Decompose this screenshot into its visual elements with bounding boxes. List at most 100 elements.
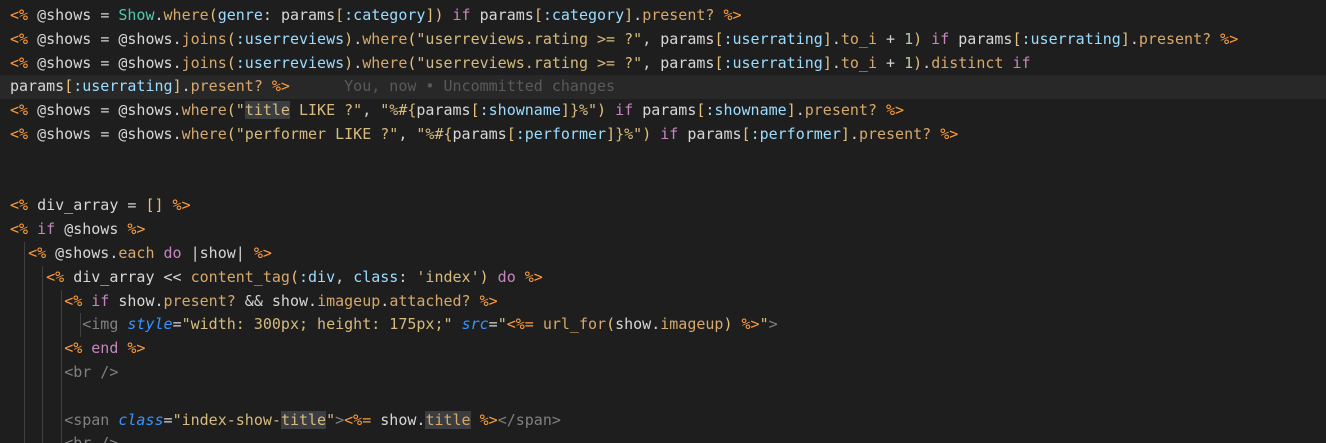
- code-token: <%: [10, 124, 29, 143]
- indent-guide: [42, 360, 43, 385]
- code-token: ]: [560, 101, 570, 120]
- code-token: <: [82, 315, 92, 334]
- code-line[interactable]: <span class="index-show-title"><%= show.…: [0, 408, 1326, 433]
- indent-guide: [80, 313, 81, 338]
- code-line[interactable]: <br />: [0, 432, 1326, 443]
- code-token: <%: [10, 220, 29, 239]
- code-token: .: [651, 315, 661, 334]
- code-token: [: [533, 6, 543, 24]
- code-token: %>: [931, 124, 959, 143]
- code-token: ,: [642, 29, 661, 48]
- indent-guide: [24, 384, 25, 409]
- code-line[interactable]: <% div_array = [] %>: [0, 194, 1326, 218]
- code-line[interactable]: <% @shows = @shows.joins(:userreviews).w…: [0, 52, 1326, 76]
- code-token: .: [831, 29, 841, 48]
- code-token: <%=: [506, 315, 534, 334]
- code-token: <: [64, 410, 74, 429]
- code-token: title: [280, 410, 327, 429]
- code-line[interactable]: <% @shows = Show.where(genre: params[:ca…: [0, 4, 1326, 28]
- code-token: @shows: [118, 29, 173, 48]
- indent-guide: [42, 313, 43, 338]
- code-line[interactable]: <% if @shows %>: [0, 218, 1326, 242]
- code-token: @shows: [118, 124, 173, 143]
- code-token: ): [723, 315, 733, 334]
- code-token: show: [615, 315, 652, 334]
- indent-guide: [24, 241, 25, 266]
- code-token: LIKE ?": [289, 101, 363, 120]
- code-token: <%: [64, 339, 83, 358]
- code-token: img: [91, 315, 128, 334]
- code-token: ]: [822, 29, 832, 48]
- code-token: []: [145, 196, 164, 215]
- code-token: [: [335, 6, 345, 24]
- code-token: present?: [190, 77, 263, 96]
- code-lines[interactable]: <% @shows = Show.where(genre: params[:ca…: [0, 4, 1326, 443]
- code-token: .: [308, 291, 318, 310]
- code-token: }%": [615, 124, 643, 143]
- indent-guide: [61, 313, 62, 338]
- code-token: 'index': [416, 267, 480, 286]
- code-token: :userrating: [1021, 29, 1121, 48]
- code-token: .: [633, 6, 643, 24]
- code-token: <<: [163, 267, 191, 286]
- code-line[interactable]: <% end %>: [0, 337, 1326, 361]
- code-token: :div: [299, 267, 336, 286]
- code-line[interactable]: params[:userrating].present? %> You, now…: [0, 75, 1326, 100]
- code-token: joins: [181, 29, 227, 48]
- code-token: present?: [163, 291, 236, 310]
- code-token: joins: [181, 53, 227, 72]
- code-token: ,: [335, 267, 354, 286]
- code-token: span: [73, 410, 119, 429]
- code-token: =: [488, 315, 498, 334]
- code-editor[interactable]: <% @shows = Show.where(genre: params[:ca…: [0, 0, 1326, 443]
- code-line[interactable]: <% @shows.each do |show| %>: [0, 241, 1326, 266]
- indent-guide: [24, 360, 25, 385]
- code-line[interactable]: <% @shows = @shows.joins(:userreviews).w…: [0, 28, 1326, 52]
- code-token: %>: [877, 101, 905, 120]
- code-token: =: [100, 101, 119, 120]
- code-token: (: [226, 53, 236, 72]
- code-token: show: [199, 243, 236, 262]
- code-token: ): [344, 53, 354, 72]
- code-token: <br />: [64, 362, 119, 381]
- code-token: each: [118, 243, 155, 262]
- code-line[interactable]: <% @shows = @shows.where("performer LIKE…: [0, 123, 1326, 147]
- code-token: imageup: [660, 315, 724, 334]
- code-token: params: [660, 29, 715, 48]
- code-token: "%#{: [416, 124, 453, 143]
- indent-guide: [24, 265, 25, 290]
- code-token: <%: [10, 53, 29, 72]
- code-token: %>: [470, 291, 498, 310]
- code-token: =: [163, 410, 173, 429]
- code-token: .: [172, 29, 182, 48]
- code-token: if: [606, 101, 643, 120]
- code-line[interactable]: <br />: [0, 360, 1326, 385]
- code-line[interactable]: <% div_array << content_tag(:div, class:…: [0, 265, 1326, 290]
- code-token: ): [597, 101, 607, 120]
- code-token: ]: [786, 101, 796, 120]
- code-token: +: [877, 29, 905, 48]
- code-token: where: [181, 124, 227, 143]
- code-line[interactable]: <% @shows = @shows.where("title LIKE ?",…: [0, 99, 1326, 123]
- code-token: ]: [606, 124, 616, 143]
- code-token: %>: [1211, 29, 1239, 48]
- code-token: ]: [822, 53, 832, 72]
- code-token: :category: [542, 6, 625, 24]
- indent-guide: [42, 289, 43, 314]
- code-token: @shows: [64, 220, 119, 239]
- code-token: :userreviews: [235, 29, 345, 48]
- code-line[interactable]: [0, 171, 1326, 195]
- code-line[interactable]: [0, 147, 1326, 171]
- code-token: .: [353, 53, 363, 72]
- code-token: present?: [858, 124, 932, 143]
- code-token: (: [289, 267, 299, 286]
- code-line[interactable]: <% if show.present? && show.imageup.atta…: [0, 289, 1326, 314]
- code-line[interactable]: [0, 384, 1326, 409]
- code-token: =: [100, 29, 119, 48]
- code-token: params: [416, 101, 471, 120]
- code-line[interactable]: <img style="width: 300px; height: 175px;…: [0, 313, 1326, 338]
- indent-guide: [61, 360, 62, 385]
- git-blame-annotation: You, now • Uncommitted changes: [289, 77, 616, 96]
